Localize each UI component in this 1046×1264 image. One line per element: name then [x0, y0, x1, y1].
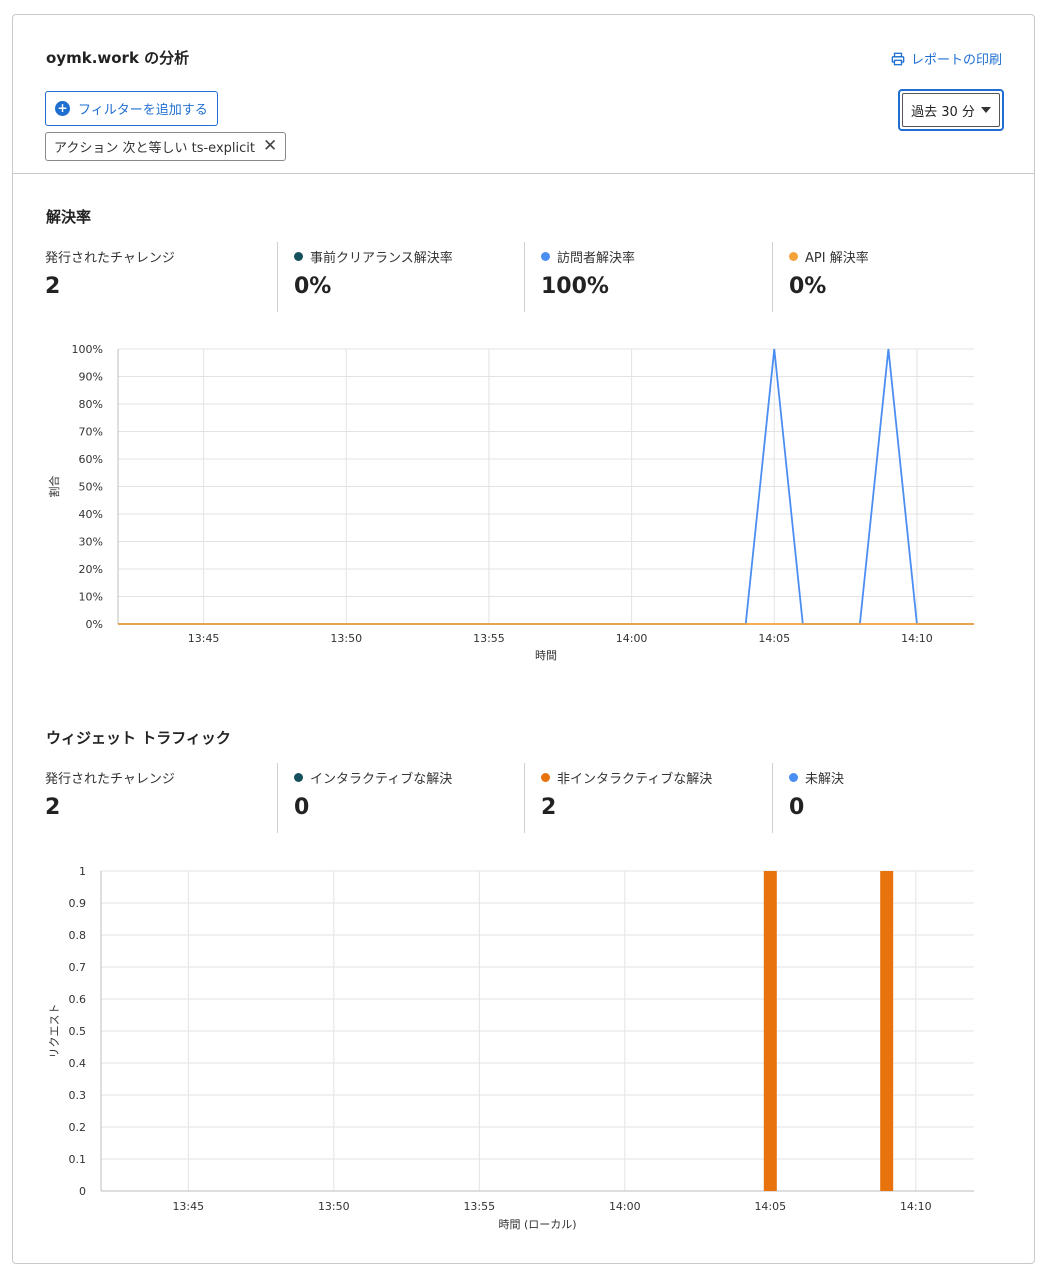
stat-label: 未解決 — [805, 772, 845, 787]
stat-challenges-issued: 発行されたチャレンジ 2 — [45, 242, 277, 312]
stat-label: 事前クリアランス解決率 — [310, 251, 453, 266]
stat-unsolved: 未解決 0 — [772, 763, 1005, 833]
plus-circle-icon: + — [55, 101, 70, 116]
x-tick-label: 13:50 — [318, 1200, 350, 1213]
add-filter-label: フィルターを追加する — [78, 103, 208, 118]
y-tick-label: 40% — [79, 508, 103, 521]
filter-chip-label: アクション 次と等しい ts-explicit — [54, 141, 255, 156]
stat-label: API 解決率 — [805, 251, 869, 266]
y-tick-label: 100% — [72, 343, 103, 356]
add-filter-button[interactable]: + フィルターを追加する — [45, 91, 218, 126]
filter-chip: アクション 次と等しい ts-explicit ✕ — [45, 132, 287, 161]
y-axis-label: 割合 — [47, 476, 61, 498]
x-tick-label: 13:55 — [463, 1200, 495, 1213]
x-tick-label: 14:00 — [609, 1200, 641, 1213]
y-tick-label: 0.2 — [69, 1121, 87, 1134]
y-tick-label: 0.7 — [69, 961, 87, 974]
x-tick-label: 14:05 — [758, 632, 790, 645]
y-tick-label: 90% — [79, 371, 103, 384]
bar — [880, 871, 894, 1191]
analytics-card: oymk.work の分析 レポートの印刷 + フィルターを追加する アクション… — [12, 14, 1035, 1264]
y-tick-label: 1 — [79, 865, 86, 878]
stat-label: 発行されたチャレンジ — [45, 251, 175, 266]
stat-label: 発行されたチャレンジ — [45, 772, 175, 787]
x-tick-label: 13:45 — [172, 1200, 204, 1213]
legend-dot — [789, 252, 798, 261]
solve-rate-title: 解決率 — [46, 208, 92, 226]
stat-value: 0 — [294, 795, 310, 820]
stat-value: 2 — [45, 274, 61, 299]
stat-visitor-rate: 訪問者解決率 100% — [524, 242, 772, 312]
x-axis-label: 時間 (ローカル) — [498, 1218, 576, 1231]
legend-dot — [541, 773, 550, 782]
x-tick-label: 13:50 — [330, 632, 362, 645]
y-tick-label: 0.5 — [69, 1025, 87, 1038]
widget-traffic-stats: 発行されたチャレンジ 2 インタラクティブな解決 0 非インタラクティブな解決 … — [45, 763, 1005, 833]
legend-dot — [294, 773, 303, 782]
x-axis-label: 時間 — [535, 649, 557, 662]
y-tick-label: 0.1 — [69, 1153, 87, 1166]
y-tick-label: 0.6 — [69, 993, 87, 1006]
stat-preclearance-rate: 事前クリアランス解決率 0% — [277, 242, 524, 312]
y-tick-label: 50% — [79, 481, 103, 494]
stat-value: 0% — [294, 274, 332, 299]
stat-value: 2 — [541, 795, 557, 820]
x-tick-label: 14:10 — [900, 1200, 932, 1213]
print-report-link[interactable]: レポートの印刷 — [891, 49, 1002, 68]
solve-rate-stats: 発行されたチャレンジ 2 事前クリアランス解決率 0% 訪問者解決率 100% … — [45, 242, 1005, 312]
legend-dot — [541, 252, 550, 261]
x-tick-label: 13:55 — [473, 632, 505, 645]
y-tick-label: 0% — [86, 618, 103, 631]
stat-challenges-issued: 発行されたチャレンジ 2 — [45, 763, 277, 833]
stat-label: 訪問者解決率 — [557, 251, 636, 266]
x-tick-label: 13:45 — [188, 632, 220, 645]
y-tick-label: 60% — [79, 453, 103, 466]
stat-interactive-solves: インタラクティブな解決 0 — [277, 763, 524, 833]
y-tick-label: 0.9 — [69, 897, 87, 910]
time-range-value: 過去 30 分 — [911, 104, 975, 120]
stat-value: 0% — [789, 274, 827, 299]
stat-label: インタラクティブな解決 — [310, 772, 453, 787]
caret-down-icon — [980, 107, 991, 113]
stat-api-rate: API 解決率 0% — [772, 242, 1005, 312]
stat-value: 2 — [45, 795, 61, 820]
print-report-label: レポートの印刷 — [910, 53, 1002, 68]
widget-traffic-title: ウィジェット トラフィック — [46, 729, 231, 747]
solve-rate-chart: 0% 10% 20% 30% 40% 50% 60% 70% 80% 90% 100% 13:45 13… — [47, 343, 974, 662]
x-tick-label: 14:00 — [616, 632, 648, 645]
close-icon[interactable]: ✕ — [263, 138, 277, 155]
stat-value: 100% — [541, 274, 609, 299]
y-tick-label: 10% — [79, 591, 103, 604]
y-tick-label: 0.4 — [69, 1057, 87, 1070]
y-tick-label: 80% — [79, 398, 103, 411]
y-tick-label: 20% — [79, 563, 103, 576]
bar — [763, 871, 777, 1191]
stat-label: 非インタラクティブな解決 — [557, 772, 713, 787]
y-tick-label: 30% — [79, 536, 103, 549]
stat-value: 0 — [789, 795, 805, 820]
legend-dot — [294, 252, 303, 261]
y-axis-label: リクエスト — [48, 1004, 61, 1059]
analytics-header: oymk.work の分析 レポートの印刷 + フィルターを追加する アクション… — [13, 15, 1034, 174]
y-tick-label: 0.3 — [69, 1089, 87, 1102]
printer-icon — [891, 52, 905, 65]
y-tick-label: 0 — [79, 1185, 86, 1198]
x-tick-label: 14:05 — [754, 1200, 786, 1213]
legend-dot — [789, 773, 798, 782]
x-tick-label: 14:10 — [901, 632, 933, 645]
time-range-select[interactable]: 過去 30 分 — [898, 89, 1004, 131]
y-tick-label: 0.8 — [69, 929, 87, 942]
page-title: oymk.work の分析 — [46, 49, 190, 67]
stat-noninteractive-solves: 非インタラクティブな解決 2 — [524, 763, 772, 833]
widget-traffic-chart: 0 0.1 0.2 0.3 0.4 0.5 0.6 0.7 0.8 0.9 1 13:45 13:50 1… — [48, 865, 974, 1231]
y-tick-label: 70% — [79, 426, 103, 439]
